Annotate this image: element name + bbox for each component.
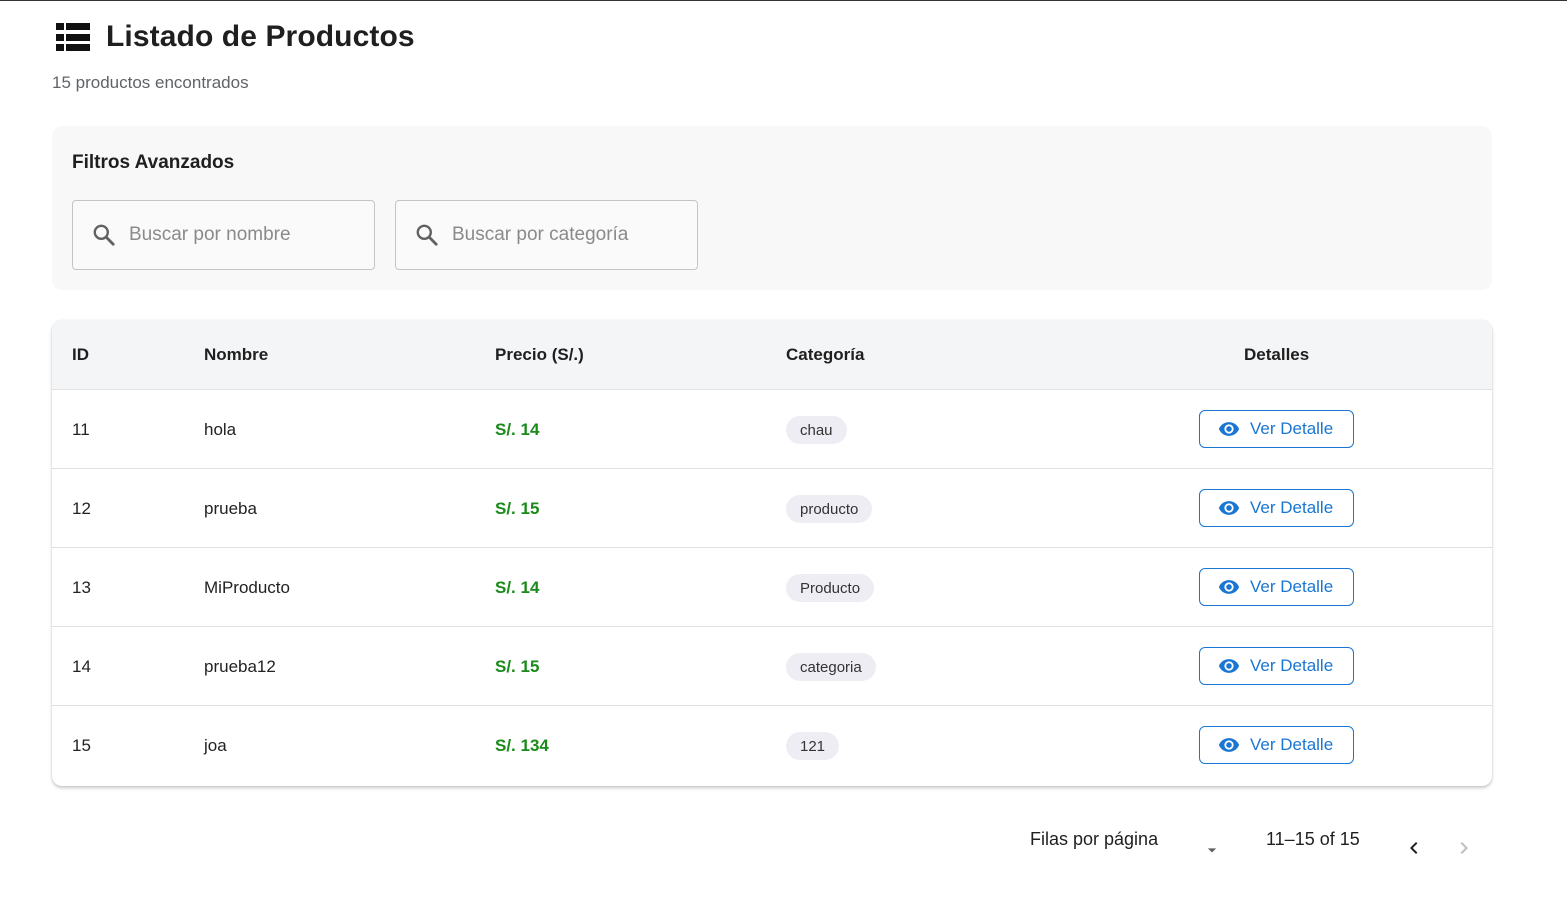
table-row: 11 hola S/. 14 chau Ver Detalle (52, 390, 1492, 469)
cell-id: 11 (72, 420, 90, 439)
category-search-input[interactable] (452, 224, 672, 246)
caret-down-icon (1207, 848, 1217, 853)
window-top-border (0, 0, 1567, 1)
cell-price: S/. 14 (495, 420, 540, 439)
table-pagination: Filas por página 11–15 of 15 (52, 826, 1492, 866)
list-icon (56, 23, 90, 51)
column-header-details: Detalles (1244, 345, 1310, 364)
view-detail-label: Ver Detalle (1250, 419, 1334, 438)
view-detail-button[interactable]: Ver Detalle (1199, 726, 1354, 764)
chevron-right-icon (1460, 842, 1468, 854)
column-header-id[interactable]: ID (72, 345, 89, 365)
cell-name: prueba12 (204, 657, 276, 676)
cell-name: joa (204, 736, 227, 755)
column-header-price[interactable]: Precio (S/.) (495, 345, 584, 365)
eye-icon (1218, 659, 1240, 673)
cell-id: 13 (72, 578, 91, 597)
pagination-range: 11–15 of 15 (1266, 829, 1360, 849)
view-detail-button[interactable]: Ver Detalle (1199, 489, 1354, 527)
column-header-name[interactable]: Nombre (204, 345, 268, 365)
cell-id: 15 (72, 736, 91, 755)
table-row: 12 prueba S/. 15 producto Ver Detalle (52, 469, 1492, 548)
name-search-field[interactable] (72, 200, 375, 270)
category-chip: categoria (786, 653, 876, 681)
products-table: ID Nombre Precio (S/.) Categoría Detalle… (52, 320, 1492, 786)
table-row: 15 joa S/. 134 121 Ver Detalle (52, 706, 1492, 785)
chevron-left-icon (1410, 842, 1418, 854)
next-page-button[interactable] (1452, 836, 1476, 860)
cell-price: S/. 14 (495, 578, 540, 597)
page-header: Listado de Productos (56, 20, 415, 54)
category-chip: chau (786, 416, 847, 444)
cell-price: S/. 15 (495, 657, 540, 676)
view-detail-label: Ver Detalle (1250, 735, 1334, 754)
cell-name: MiProducto (204, 578, 290, 597)
view-detail-label: Ver Detalle (1250, 498, 1334, 517)
results-count: 15 productos encontrados (52, 73, 249, 92)
eye-icon (1218, 580, 1240, 594)
view-detail-button[interactable]: Ver Detalle (1199, 410, 1354, 448)
table-header: ID Nombre Precio (S/.) Categoría Detalle… (52, 320, 1492, 390)
category-chip: producto (786, 495, 873, 523)
column-header-category[interactable]: Categoría (786, 345, 864, 365)
cell-name: hola (204, 420, 237, 439)
search-icon (93, 224, 115, 246)
cell-price: S/. 15 (495, 499, 540, 518)
category-search-field[interactable] (395, 200, 698, 270)
cell-name: prueba (204, 499, 257, 518)
eye-icon (1218, 501, 1240, 515)
view-detail-button[interactable]: Ver Detalle (1199, 647, 1354, 685)
rows-per-page-select[interactable] (1202, 840, 1222, 860)
cell-price: S/. 134 (495, 736, 549, 755)
page-title: Listado de Productos (106, 20, 415, 53)
view-detail-label: Ver Detalle (1250, 577, 1334, 596)
cell-id: 14 (72, 657, 91, 676)
rows-per-page-label: Filas por página (1030, 829, 1159, 849)
table-row: 14 prueba12 S/. 15 categoria Ver Detalle (52, 627, 1492, 706)
cell-id: 12 (72, 499, 91, 518)
table-row: 13 MiProducto S/. 14 Producto Ver Detall… (52, 548, 1492, 627)
previous-page-button[interactable] (1402, 836, 1426, 860)
category-chip: Producto (786, 574, 875, 602)
advanced-filters-panel: Filtros Avanzados (52, 126, 1492, 290)
name-search-input[interactable] (129, 224, 349, 246)
view-detail-button[interactable]: Ver Detalle (1199, 568, 1354, 606)
search-icon (416, 224, 438, 246)
eye-icon (1218, 422, 1240, 436)
filters-title: Filtros Avanzados (72, 152, 235, 173)
view-detail-label: Ver Detalle (1250, 656, 1334, 675)
category-chip: 121 (786, 732, 840, 760)
eye-icon (1218, 738, 1240, 752)
